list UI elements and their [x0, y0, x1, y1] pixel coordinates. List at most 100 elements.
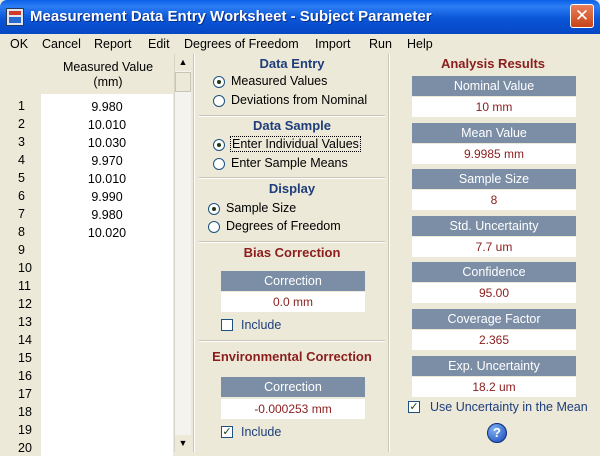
exp-uncertainty-header: Exp. Uncertainty	[412, 355, 576, 376]
value-cell[interactable]	[41, 260, 173, 278]
row-number: 10	[18, 261, 32, 275]
label-sample-size[interactable]: Sample Size	[226, 201, 296, 215]
confidence-value: 95.00	[412, 283, 576, 304]
menu-edit[interactable]: Edit	[148, 37, 170, 51]
label-degrees-of-freedom[interactable]: Degrees of Freedom	[226, 219, 341, 233]
row-number: 9	[18, 243, 25, 257]
label-measured-values[interactable]: Measured Values	[231, 74, 327, 88]
value-cell[interactable]: 10.020	[41, 224, 173, 242]
menu-degrees-of-freedom[interactable]: Degrees of Freedom	[184, 37, 299, 51]
use-uncertainty-checkbox[interactable]: ✓	[408, 401, 420, 413]
value-cell[interactable]: 9.980	[41, 206, 173, 224]
value-cell[interactable]	[41, 350, 173, 368]
scroll-thumb[interactable]	[175, 72, 191, 92]
divider	[199, 340, 385, 342]
close-button[interactable]: ✕	[570, 4, 594, 28]
value-cell[interactable]	[41, 278, 173, 296]
row-number: 4	[18, 153, 25, 167]
data-table: Measured Value (mm) 1 9.980 2 10.010 3 10.030…	[4, 54, 194, 456]
bias-correction-header: Correction	[221, 271, 365, 291]
row-number: 3	[18, 135, 25, 149]
radio-sample-means[interactable]	[213, 158, 225, 170]
scroll-up-button[interactable]: ▲	[175, 54, 191, 71]
radio-sample-size[interactable]	[208, 203, 220, 215]
confidence-header: Confidence	[412, 262, 576, 283]
value-cell[interactable]	[41, 332, 173, 350]
menu-ok[interactable]: OK	[10, 37, 28, 51]
row-number: 13	[18, 315, 32, 329]
column-header-title: Measured Value	[62, 60, 154, 74]
row-number: 14	[18, 333, 32, 347]
value-cell[interactable]: 9.980	[41, 98, 173, 116]
row-number: 6	[18, 189, 25, 203]
value-cell[interactable]: 9.970	[41, 152, 173, 170]
value-cell[interactable]: 10.010	[41, 170, 173, 188]
bias-include-checkbox[interactable]	[221, 319, 233, 331]
label-individual-values[interactable]: Enter Individual Values	[230, 136, 361, 152]
divider	[199, 177, 385, 179]
menu-import[interactable]: Import	[315, 37, 350, 51]
mean-value-header: Mean Value	[412, 122, 576, 143]
env-include-label[interactable]: Include	[241, 425, 281, 439]
label-deviations[interactable]: Deviations from Nominal	[231, 93, 367, 107]
value-cell[interactable]	[41, 404, 173, 422]
divider	[199, 241, 385, 243]
divider	[199, 115, 385, 117]
radio-measured-values[interactable]	[213, 76, 225, 88]
nominal-value-value: 10 mm	[412, 97, 576, 117]
bias-correction-value[interactable]: 0.0 mm	[221, 292, 365, 312]
row-number: 5	[18, 171, 25, 185]
title-bar: Measurement Data Entry Worksheet - Subje…	[0, 0, 600, 34]
radio-degrees-of-freedom[interactable]	[208, 221, 220, 233]
options-panel: Data Entry Measured Values Deviations fr…	[195, 54, 389, 452]
window-title: Measurement Data Entry Worksheet - Subje…	[30, 8, 432, 25]
value-cell[interactable]: 10.030	[41, 134, 173, 152]
use-uncertainty-label[interactable]: Use Uncertainty in the Mean	[430, 400, 588, 414]
bias-include-label[interactable]: Include	[241, 318, 281, 332]
menu-bar: OK Cancel Report Edit Degrees of Freedom…	[4, 34, 596, 54]
value-cell[interactable]: 9.990	[41, 188, 173, 206]
display-title: Display	[268, 181, 316, 196]
value-cell[interactable]	[41, 242, 173, 260]
value-cell[interactable]	[41, 422, 173, 440]
column-header: Measured Value (mm)	[42, 60, 174, 90]
column-header-unit: (mm)	[93, 75, 123, 89]
row-number: 2	[18, 117, 25, 131]
table-scrollbar[interactable]: ▲ ▼	[174, 54, 191, 452]
sample-size-header: Sample Size	[412, 169, 576, 190]
row-number: 20	[18, 441, 32, 455]
menu-cancel[interactable]: Cancel	[42, 37, 81, 51]
value-cell[interactable]	[41, 386, 173, 404]
client-area: Measured Value (mm) 1 9.980 2 10.010 3 10.030…	[4, 54, 596, 456]
coverage-factor-value: 2.365	[412, 330, 576, 350]
std-uncertainty-header: Std. Uncertainty	[412, 215, 576, 236]
env-include-checkbox[interactable]: ✓	[221, 426, 233, 438]
radio-deviations[interactable]	[213, 95, 225, 107]
env-correction-header: Correction	[221, 377, 365, 397]
data-entry-title: Data Entry	[259, 56, 325, 71]
radio-individual-values[interactable]	[213, 139, 225, 151]
label-sample-means[interactable]: Enter Sample Means	[231, 156, 348, 170]
analysis-results-panel: Analysis Results Nominal Value 10 mm Mean …	[390, 54, 596, 452]
row-number: 15	[18, 351, 32, 365]
menu-run[interactable]: Run	[369, 37, 392, 51]
env-correction-title: Environmental Correction	[212, 349, 372, 364]
std-uncertainty-value: 7.7 um	[412, 236, 576, 257]
row-number: 17	[18, 387, 32, 401]
exp-uncertainty-value: 18.2 um	[412, 376, 576, 397]
row-number: 8	[18, 225, 25, 239]
value-cell[interactable]: 10.010	[41, 116, 173, 134]
menu-report[interactable]: Report	[94, 37, 132, 51]
help-icon[interactable]: ?	[487, 423, 507, 443]
value-cell[interactable]	[41, 440, 173, 456]
row-number: 11	[18, 279, 31, 293]
value-cell[interactable]	[41, 314, 173, 332]
menu-help[interactable]: Help	[407, 37, 433, 51]
env-correction-value[interactable]: -0.000253 mm	[221, 399, 365, 419]
scroll-down-button[interactable]: ▼	[175, 435, 191, 452]
focused-option-text[interactable]: Enter Individual Values	[230, 136, 361, 152]
value-cell[interactable]	[41, 296, 173, 314]
value-cell[interactable]	[41, 368, 173, 386]
row-number: 7	[18, 207, 25, 221]
app-icon	[6, 8, 24, 26]
